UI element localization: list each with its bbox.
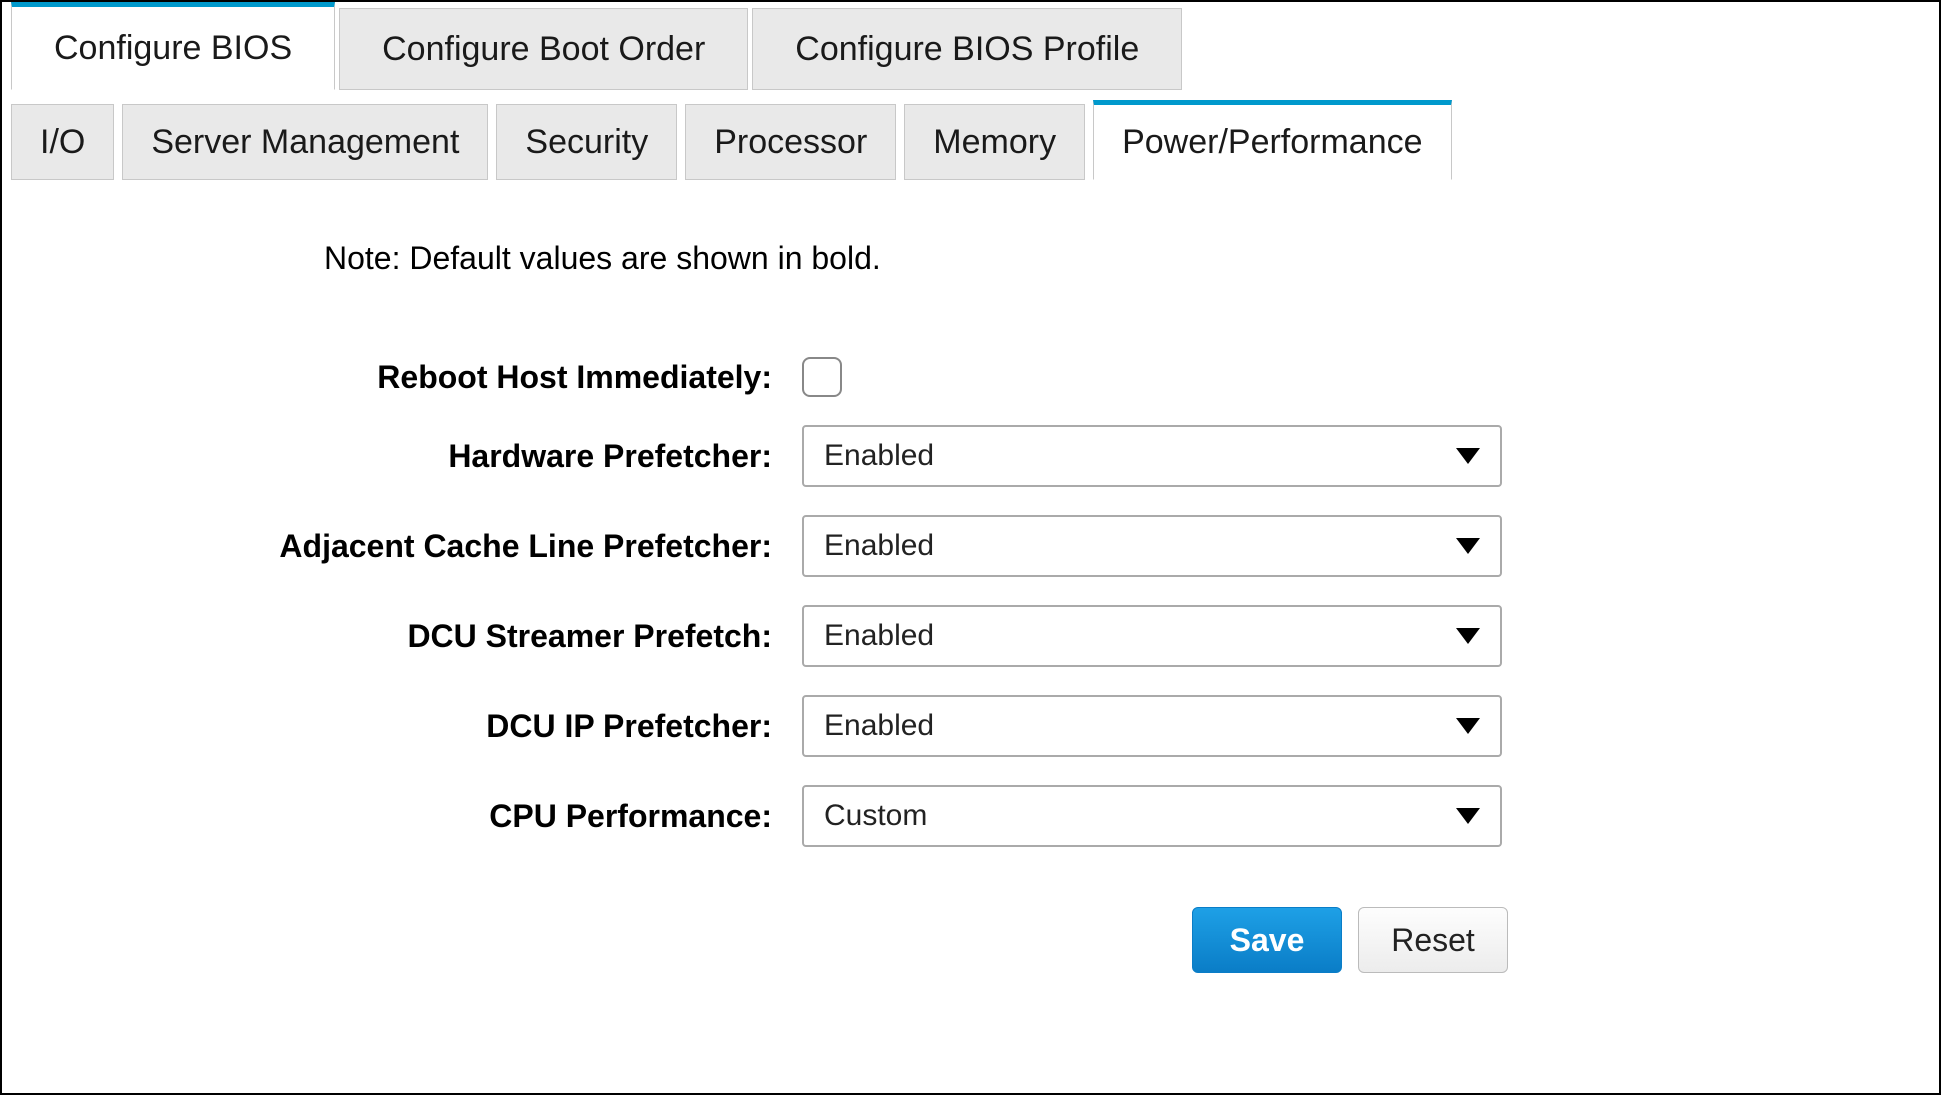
tab-io[interactable]: I/O [11, 104, 114, 180]
select-value: Enabled [824, 529, 934, 563]
tab-label: Processor [714, 123, 867, 162]
bios-config-panel: Configure BIOS Configure Boot Order Conf… [0, 0, 1941, 1095]
tab-configure-boot-order[interactable]: Configure Boot Order [339, 8, 748, 90]
select-value: Custom [824, 799, 927, 833]
tab-memory[interactable]: Memory [904, 104, 1085, 180]
tab-label: Server Management [151, 123, 459, 162]
tab-configure-bios[interactable]: Configure BIOS [11, 2, 335, 90]
tab-label: Configure Boot Order [382, 30, 705, 69]
reboot-checkbox[interactable] [802, 357, 842, 397]
cpu-perf-select[interactable]: Custom [802, 785, 1502, 847]
row-dcu-streamer-prefetch: DCU Streamer Prefetch: Enabled [2, 605, 1939, 667]
button-label: Reset [1391, 922, 1475, 959]
dcu-streamer-select[interactable]: Enabled [802, 605, 1502, 667]
chevron-down-icon [1456, 808, 1480, 824]
tab-label: Configure BIOS [54, 29, 292, 68]
adj-cache-select[interactable]: Enabled [802, 515, 1502, 577]
tab-label: Memory [933, 123, 1056, 162]
save-button[interactable]: Save [1192, 907, 1342, 973]
tab-label: I/O [40, 123, 85, 162]
button-label: Save [1230, 922, 1305, 959]
tab-label: Power/Performance [1122, 123, 1422, 162]
tab-processor[interactable]: Processor [685, 104, 896, 180]
hw-prefetch-label: Hardware Prefetcher: [2, 438, 802, 475]
button-row: Save Reset [1192, 907, 1939, 973]
tab-configure-bios-profile[interactable]: Configure BIOS Profile [752, 8, 1182, 90]
note-text: Note: Default values are shown in bold. [324, 240, 1939, 277]
row-hardware-prefetcher: Hardware Prefetcher: Enabled [2, 425, 1939, 487]
chevron-down-icon [1456, 538, 1480, 554]
select-value: Enabled [824, 439, 934, 473]
sub-tab-row: I/O Server Management Security Processor… [2, 90, 1939, 180]
tab-server-management[interactable]: Server Management [122, 104, 488, 180]
dcu-ip-select[interactable]: Enabled [802, 695, 1502, 757]
tab-security[interactable]: Security [496, 104, 677, 180]
chevron-down-icon [1456, 448, 1480, 464]
reboot-label: Reboot Host Immediately: [2, 359, 802, 396]
tab-power-performance[interactable]: Power/Performance [1093, 100, 1451, 180]
top-tab-row: Configure BIOS Configure Boot Order Conf… [2, 2, 1939, 90]
adj-cache-label: Adjacent Cache Line Prefetcher: [2, 528, 802, 565]
row-cpu-performance: CPU Performance: Custom [2, 785, 1939, 847]
chevron-down-icon [1456, 718, 1480, 734]
dcu-streamer-label: DCU Streamer Prefetch: [2, 618, 802, 655]
reset-button[interactable]: Reset [1358, 907, 1508, 973]
cpu-perf-label: CPU Performance: [2, 798, 802, 835]
row-adjacent-cache-line-prefetcher: Adjacent Cache Line Prefetcher: Enabled [2, 515, 1939, 577]
tab-label: Security [525, 123, 648, 162]
row-reboot-host: Reboot Host Immediately: [2, 357, 1939, 397]
content-area: Note: Default values are shown in bold. … [2, 180, 1939, 973]
select-value: Enabled [824, 619, 934, 653]
chevron-down-icon [1456, 628, 1480, 644]
select-value: Enabled [824, 709, 934, 743]
tab-label: Configure BIOS Profile [795, 30, 1139, 69]
row-dcu-ip-prefetcher: DCU IP Prefetcher: Enabled [2, 695, 1939, 757]
form-area: Reboot Host Immediately: Hardware Prefet… [2, 357, 1939, 847]
hw-prefetch-select[interactable]: Enabled [802, 425, 1502, 487]
dcu-ip-label: DCU IP Prefetcher: [2, 708, 802, 745]
